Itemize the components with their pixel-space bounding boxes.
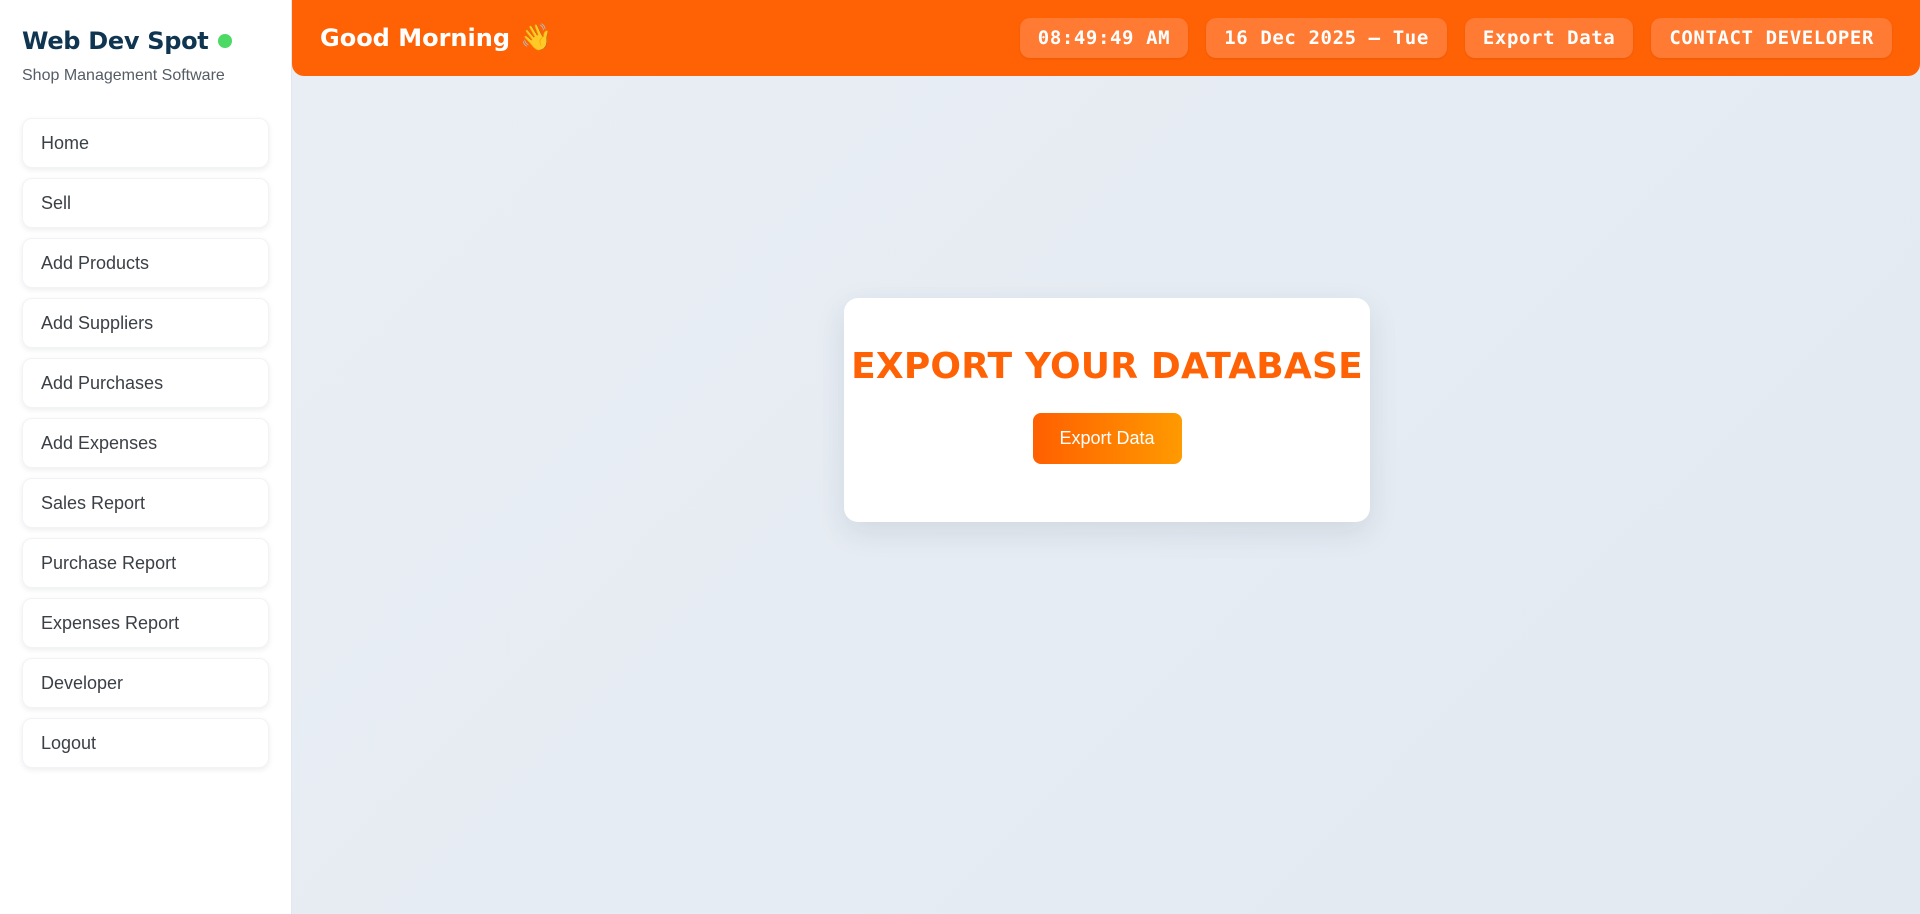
sidebar-item-label: Developer [41, 672, 124, 693]
sidebar-item-add-purchases[interactable]: Add Purchases [22, 358, 269, 408]
sidebar: Web Dev Spot Shop Management Software Ho… [0, 0, 292, 914]
sidebar-item-logout[interactable]: Logout [22, 718, 269, 768]
brand-subtitle: Shop Management Software [22, 67, 225, 84]
sidebar-item-add-suppliers[interactable]: Add Suppliers [22, 298, 269, 348]
sidebar-nav: Home Sell Add Products Add Suppliers Add… [22, 118, 269, 768]
sidebar-item-label: Add Purchases [41, 372, 164, 393]
export-card-title: EXPORT YOUR DATABASE [851, 346, 1363, 387]
sidebar-item-label: Add Products [41, 252, 150, 273]
contact-developer-button[interactable]: CONTACT DEVELOPER [1651, 18, 1892, 58]
sidebar-item-label: Add Suppliers [41, 312, 154, 333]
sidebar-item-add-products[interactable]: Add Products [22, 238, 269, 288]
sidebar-item-label: Expenses Report [41, 612, 180, 633]
sidebar-item-label: Sell [41, 192, 72, 213]
sidebar-item-home[interactable]: Home [22, 118, 269, 168]
greeting: Good Morning 👋 [320, 24, 552, 52]
waving-hand-icon: 👋 [520, 23, 553, 53]
brand-row: Web Dev Spot [22, 27, 269, 55]
sidebar-item-label: Logout [41, 732, 97, 753]
export-data-button[interactable]: Export Data [1032, 413, 1182, 464]
sidebar-item-label: Sales Report [41, 492, 146, 513]
brand-title: Web Dev Spot [22, 27, 209, 55]
sidebar-item-sales-report[interactable]: Sales Report [22, 478, 269, 528]
sidebar-item-add-expenses[interactable]: Add Expenses [22, 418, 269, 468]
header-actions: 08:49:49 AM 16 Dec 2025 – Tue Export Dat… [1019, 18, 1892, 58]
sidebar-item-expenses-report[interactable]: Expenses Report [22, 598, 269, 648]
date-display: 16 Dec 2025 – Tue [1206, 18, 1447, 58]
export-card: EXPORT YOUR DATABASE Export Data [844, 298, 1370, 522]
greeting-text: Good Morning [320, 24, 510, 52]
sidebar-item-purchase-report[interactable]: Purchase Report [22, 538, 269, 588]
brand: Web Dev Spot Shop Management Software [22, 0, 269, 118]
main-content: Good Morning 👋 08:49:49 AM 16 Dec 2025 –… [292, 0, 1920, 914]
sidebar-item-label: Purchase Report [41, 552, 177, 573]
online-status-dot [218, 34, 233, 48]
export-data-header-button[interactable]: Export Data [1464, 18, 1634, 58]
clock-display: 08:49:49 AM [1019, 18, 1189, 58]
sidebar-item-developer[interactable]: Developer [22, 658, 269, 708]
app-root: Web Dev Spot Shop Management Software Ho… [0, 0, 1920, 914]
top-header: Good Morning 👋 08:49:49 AM 16 Dec 2025 –… [292, 0, 1920, 76]
sidebar-item-label: Add Expenses [41, 432, 158, 453]
sidebar-item-label: Home [41, 132, 90, 153]
sidebar-item-sell[interactable]: Sell [22, 178, 269, 228]
